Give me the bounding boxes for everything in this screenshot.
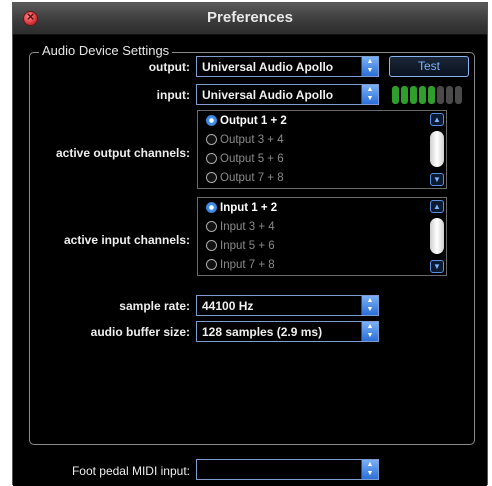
popup-arrows-icon: ▲ ▼ <box>361 322 378 341</box>
foot-pedal-midi-label: Foot pedal MIDI input: <box>71 464 190 478</box>
output-channel-option[interactable]: Output 1 + 2 <box>206 115 287 127</box>
radio-button[interactable] <box>206 240 217 251</box>
input-channels-scroll-thumb[interactable] <box>430 218 444 254</box>
radio-button[interactable] <box>206 153 217 164</box>
chevron-down-icon[interactable]: ▼ <box>430 260 444 273</box>
input-channel-option-label: Input 1 + 2 <box>220 202 278 214</box>
input-select-value: Universal Audio Apollo <box>202 88 334 102</box>
radio-button[interactable] <box>206 115 217 126</box>
input-channels-list: Input 1 + 2 Input 3 + 4 Input 5 + 6 Input 7… <box>197 197 447 276</box>
test-button[interactable]: Test <box>389 56 469 77</box>
output-channel-option[interactable]: Output 7 + 8 <box>206 172 284 184</box>
input-channel-option-label: Input 3 + 4 <box>220 221 275 233</box>
audio-device-settings-legend: Audio Device Settings <box>39 43 173 58</box>
radio-button[interactable] <box>206 172 217 183</box>
radio-button[interactable] <box>206 259 217 270</box>
output-label: output: <box>148 60 190 74</box>
active-output-channels-label: active output channels: <box>55 146 190 160</box>
output-channels-list: Output 1 + 2 Output 3 + 4 Output 5 + 6 Outp… <box>197 110 447 189</box>
output-select-value: Universal Audio Apollo <box>202 60 334 74</box>
output-channel-option[interactable]: Output 3 + 4 <box>206 134 284 146</box>
input-select[interactable]: Universal Audio Apollo ▲ ▼ <box>196 84 379 105</box>
input-label: input: <box>156 88 190 102</box>
radio-button[interactable] <box>206 134 217 145</box>
popup-arrows-icon: ▲ ▼ <box>361 57 378 76</box>
output-select[interactable]: Universal Audio Apollo ▲ ▼ <box>196 56 379 77</box>
meter-led <box>428 86 435 104</box>
meter-led <box>446 86 453 104</box>
audio-buffer-size-select[interactable]: 128 samples (2.9 ms) ▲ ▼ <box>196 321 379 342</box>
active-input-channels-label: active input channels: <box>63 233 190 247</box>
foot-pedal-midi-select[interactable]: ▲ ▼ <box>196 459 379 480</box>
input-channel-option[interactable]: Input 3 + 4 <box>206 221 275 233</box>
meter-led <box>392 86 399 104</box>
meter-led <box>401 86 408 104</box>
audio-buffer-size-value: 128 samples (2.9 ms) <box>202 325 323 339</box>
preferences-window: Preferences Audio Device Settings output… <box>12 2 488 486</box>
output-channels-scroll-thumb[interactable] <box>430 131 444 167</box>
meter-led <box>419 86 426 104</box>
input-channel-option[interactable]: Input 1 + 2 <box>206 202 277 214</box>
input-channel-option[interactable]: Input 7 + 8 <box>206 259 275 271</box>
radio-button[interactable] <box>206 202 217 213</box>
meter-led <box>455 86 462 104</box>
window-title: Preferences <box>207 9 293 26</box>
chevron-up-icon[interactable]: ▲ <box>430 113 444 126</box>
input-channel-option-label: Input 7 + 8 <box>220 259 275 271</box>
sample-rate-label: sample rate: <box>119 299 190 313</box>
output-channel-option-label: Output 5 + 6 <box>220 153 284 165</box>
output-channel-option-label: Output 1 + 2 <box>220 115 287 127</box>
popup-arrows-icon: ▲ ▼ <box>361 85 378 104</box>
audio-buffer-size-label: audio buffer size: <box>90 325 190 339</box>
popup-arrows-icon: ▲ ▼ <box>361 460 378 479</box>
output-channel-option[interactable]: Output 5 + 6 <box>206 153 284 165</box>
input-channel-option-label: Input 5 + 6 <box>220 240 275 252</box>
title-bar[interactable]: Preferences <box>13 3 487 35</box>
output-channel-option-label: Output 7 + 8 <box>220 172 284 184</box>
popup-arrows-icon: ▲ ▼ <box>361 296 378 315</box>
chevron-up-icon[interactable]: ▲ <box>430 200 444 213</box>
output-channel-option-label: Output 3 + 4 <box>220 134 284 146</box>
sample-rate-select[interactable]: 44100 Hz ▲ ▼ <box>196 295 379 316</box>
chevron-down-icon[interactable]: ▼ <box>430 173 444 186</box>
meter-led <box>410 86 417 104</box>
sample-rate-value: 44100 Hz <box>202 299 254 313</box>
input-channel-option[interactable]: Input 5 + 6 <box>206 240 275 252</box>
radio-button[interactable] <box>206 221 217 232</box>
meter-led <box>437 86 444 104</box>
